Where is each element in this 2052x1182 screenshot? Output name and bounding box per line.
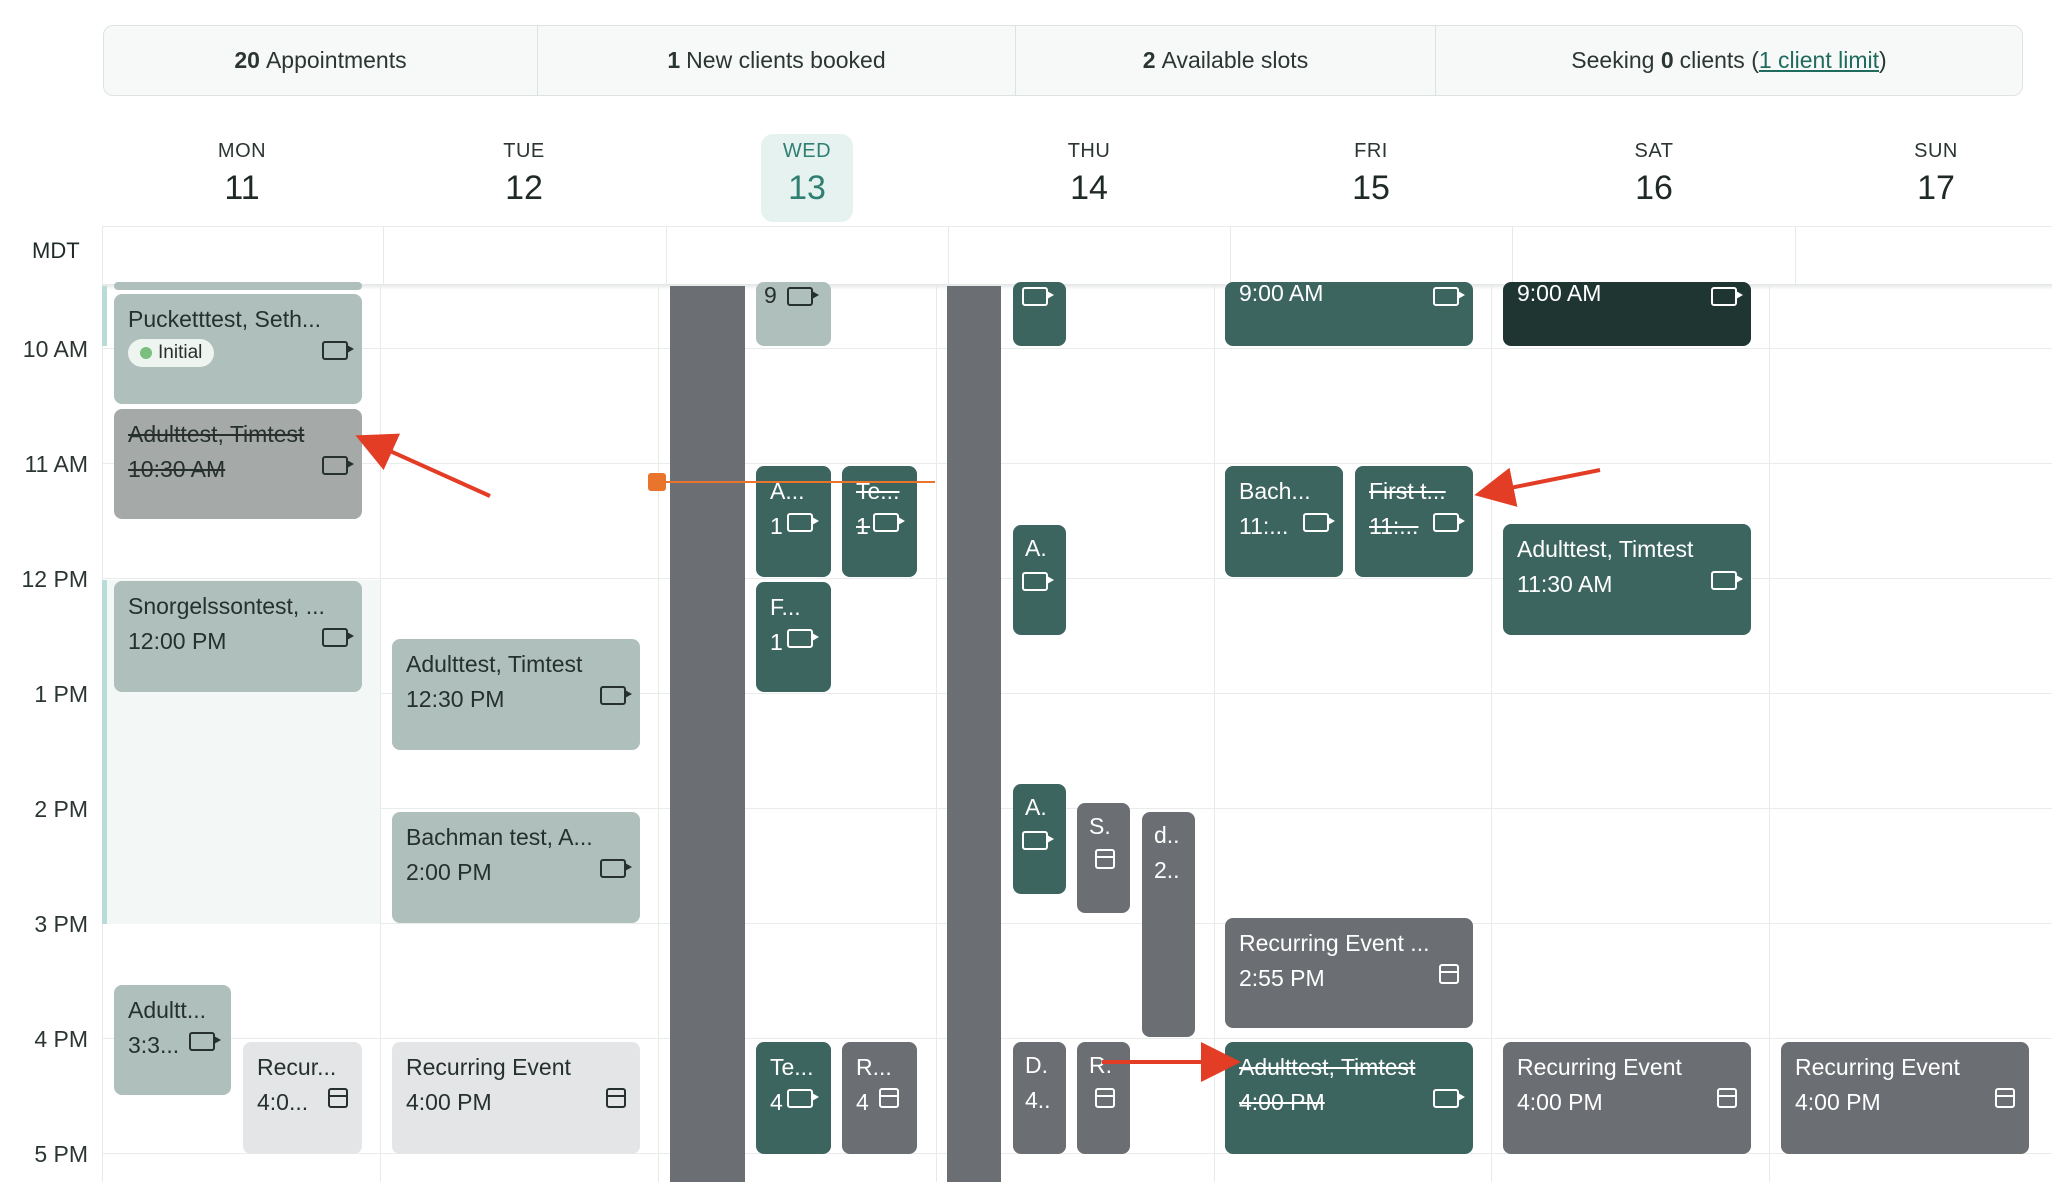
hour-label: 10 AM [22, 336, 88, 362]
event-card[interactable]: Adultt... 3:3... [114, 985, 231, 1095]
event-card[interactable]: Recurring Event 4:00 PM [1781, 1042, 2029, 1154]
status-badge: Initial [128, 339, 215, 367]
day-header-thu[interactable]: THU 14 [1034, 140, 1144, 208]
video-icon [322, 455, 354, 481]
event-card[interactable]: d.. 2.. [1142, 812, 1195, 1037]
event-card[interactable]: F... 1. [756, 582, 831, 692]
availability-bar [102, 286, 107, 346]
calendar-icon [606, 1088, 626, 1114]
hour-label: 11 AM [24, 451, 89, 477]
calendar-icon [328, 1088, 348, 1114]
event-card[interactable]: Adulttest, Timtest 4:00 PM [1225, 1042, 1473, 1154]
calendar-icon [1439, 964, 1459, 990]
event-card[interactable]: Te... 4 [756, 1042, 831, 1154]
video-icon [1022, 571, 1054, 597]
event-card[interactable]: A. [1013, 525, 1066, 635]
status-dot [140, 347, 152, 359]
video-icon [1022, 830, 1054, 856]
event-card[interactable]: Adulttest, Timtest 11:30 AM [1503, 524, 1751, 635]
video-icon [1711, 570, 1743, 596]
event-card[interactable]: 9 [756, 282, 831, 346]
video-icon [787, 286, 819, 312]
day-header-mon[interactable]: MON 11 [187, 140, 297, 208]
event-card[interactable]: Adulttest, Timtest 12:30 PM [392, 639, 640, 750]
stat-appointments: 20 Appointments [104, 26, 538, 95]
blocked-time [947, 286, 1001, 1182]
current-time-marker [648, 473, 666, 491]
blocked-time [670, 286, 745, 1182]
video-icon [1433, 1088, 1465, 1114]
day-header-sun[interactable]: SUN 17 [1881, 140, 1991, 208]
event-card[interactable]: 9:00 AM [1503, 282, 1751, 346]
calendar-icon [1717, 1088, 1737, 1114]
stats-bar: 20 Appointments 1 New clients booked 2 Avai… [103, 25, 2023, 96]
all-day-row[interactable] [102, 226, 2052, 287]
video-icon [189, 1031, 221, 1057]
video-icon [322, 340, 354, 366]
day-header-sat[interactable]: SAT 16 [1599, 140, 1709, 208]
video-icon [322, 627, 354, 653]
video-icon [787, 628, 819, 654]
stat-seeking-clients: Seeking 0 clients (1 client limit) [1571, 47, 1887, 74]
calendar-icon [1095, 849, 1115, 875]
event-card[interactable]: Recurring Event 4:00 PM [392, 1042, 640, 1154]
event-card[interactable]: D. 4.. [1013, 1042, 1066, 1154]
event-card[interactable]: Recurring Event ... 2:55 PM [1225, 918, 1473, 1028]
event-card[interactable] [1013, 282, 1066, 346]
event-card[interactable]: 9:00 AM [1225, 282, 1473, 346]
hour-label: 4 PM [34, 1026, 88, 1052]
hour-label: 5 PM [34, 1141, 88, 1167]
event-card[interactable]: Recurring Event 4:00 PM [1503, 1042, 1751, 1154]
stat-available-slots: 2 Available slots [1016, 26, 1436, 95]
event-card[interactable] [114, 282, 362, 290]
event-card[interactable]: First t... 11:... [1355, 466, 1473, 577]
video-icon [600, 858, 632, 884]
video-icon [787, 512, 819, 538]
hour-label: 3 PM [34, 911, 88, 937]
day-header-fri[interactable]: FRI 15 [1316, 140, 1426, 208]
day-header-tue[interactable]: TUE 12 [469, 140, 579, 208]
video-icon [787, 1088, 819, 1114]
current-time-line [660, 481, 935, 483]
event-card[interactable]: Bachman test, A... 2:00 PM [392, 812, 640, 923]
hour-label: 2 PM [34, 796, 88, 822]
video-icon [1433, 286, 1465, 312]
event-card[interactable]: S. [1077, 803, 1130, 913]
event-card[interactable]: R. [1077, 1042, 1130, 1154]
video-icon [1433, 512, 1465, 538]
availability-bar [102, 580, 107, 924]
video-icon [1303, 512, 1335, 538]
video-icon [1022, 286, 1054, 312]
hour-label: 12 PM [21, 566, 88, 592]
client-limit-link[interactable]: 1 client limit [1759, 47, 1879, 74]
video-icon [600, 685, 632, 711]
event-card[interactable]: R... 4 [842, 1042, 917, 1154]
event-card[interactable]: Adulttest, Timtest 10:30 AM [114, 409, 362, 519]
calendar-icon [1995, 1088, 2015, 1114]
timezone-label: MDT [32, 238, 80, 263]
event-card[interactable]: Bach... 11:... [1225, 466, 1343, 577]
event-card[interactable]: Recur... 4:0... [243, 1042, 362, 1154]
event-card[interactable]: A. [1013, 784, 1066, 894]
day-header-wed-today[interactable]: WED 13 [761, 134, 853, 222]
video-icon [873, 512, 905, 538]
calendar-icon [879, 1088, 899, 1114]
arrow-annotation [355, 433, 491, 498]
event-card[interactable]: Snorgelssontest, ... 12:00 PM [114, 581, 362, 692]
stat-new-clients: 1 New clients booked [538, 26, 1016, 95]
arrow-annotation [1474, 467, 1601, 507]
hour-label: 1 PM [34, 681, 88, 707]
video-icon [1711, 286, 1743, 312]
event-card[interactable]: Pucketttest, Seth... Initial [114, 294, 362, 404]
calendar-icon [1095, 1088, 1115, 1114]
